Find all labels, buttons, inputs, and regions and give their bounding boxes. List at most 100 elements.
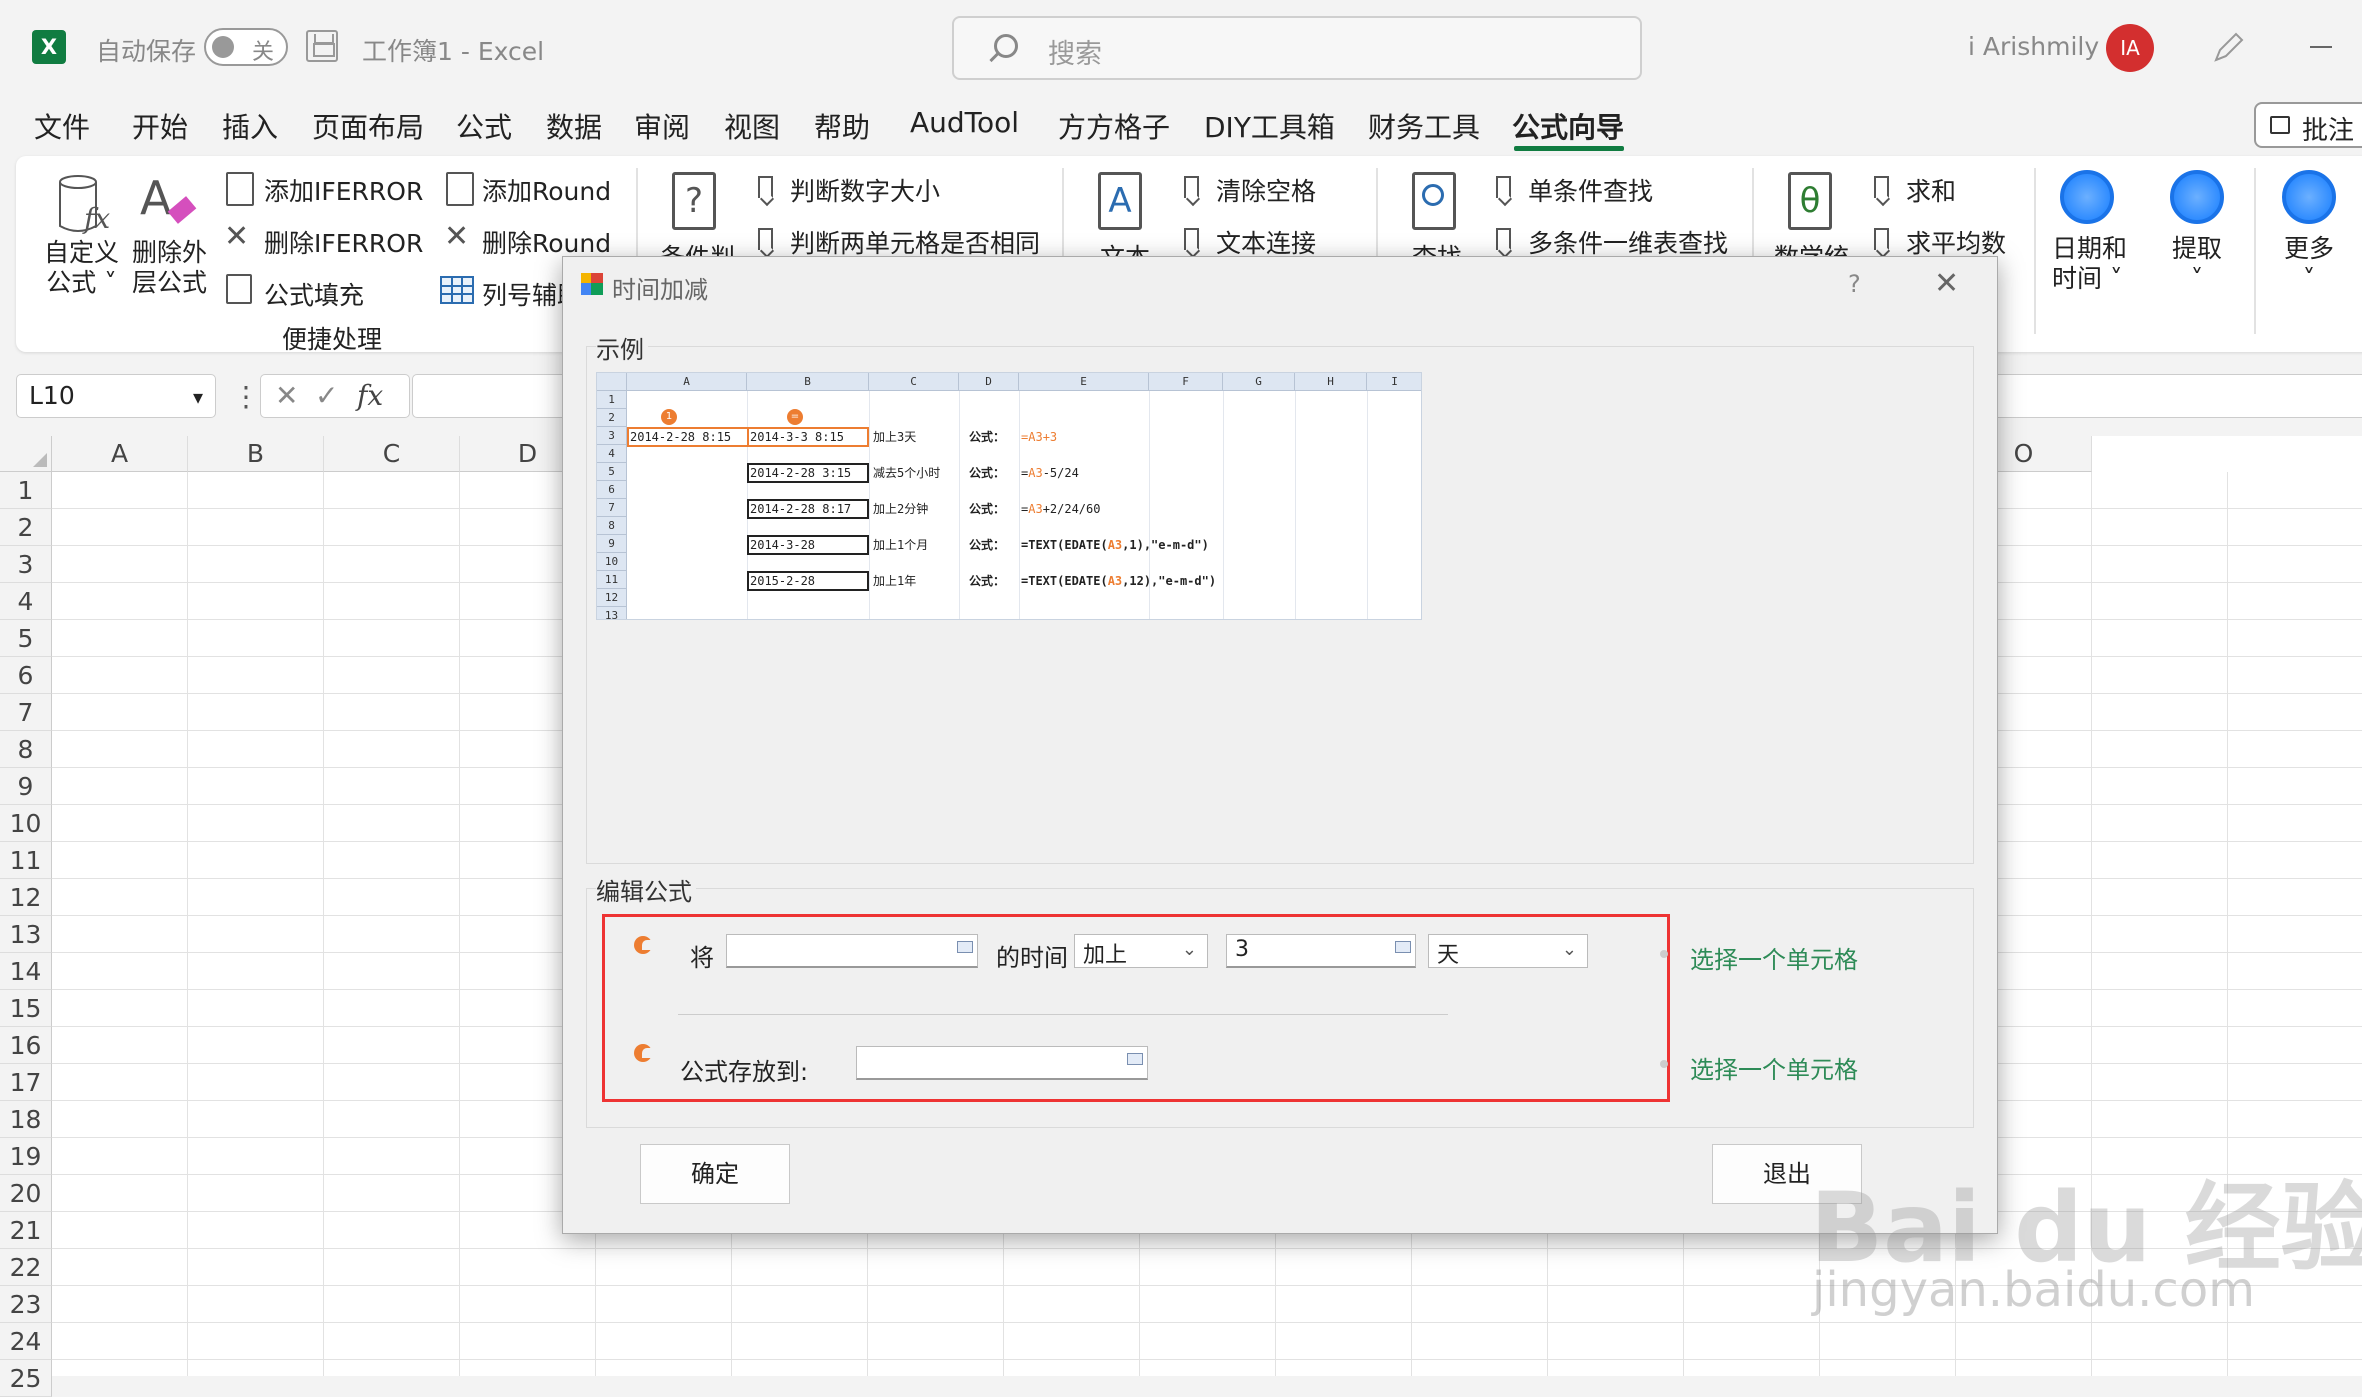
- condition-icon: ?: [672, 172, 716, 230]
- amount-input[interactable]: 3: [1226, 934, 1416, 968]
- source-cell-input[interactable]: [726, 934, 978, 968]
- row-header[interactable]: 19: [0, 1138, 52, 1175]
- search-box[interactable]: 搜索: [952, 16, 1642, 80]
- row-header[interactable]: 22: [0, 1249, 52, 1286]
- row-header[interactable]: 7: [0, 694, 52, 731]
- sample-column-header: H: [1295, 373, 1367, 391]
- row-header[interactable]: 18: [0, 1101, 52, 1138]
- confirm-icon[interactable]: ✓: [315, 379, 338, 412]
- tab-formula-wizard[interactable]: 公式向导: [1512, 106, 1624, 146]
- delete-round-button[interactable]: 删除Round: [482, 224, 611, 260]
- row-header[interactable]: 1: [0, 472, 52, 509]
- datetime-button[interactable]: 日期和 时间 ˅: [2052, 234, 2127, 294]
- row-header[interactable]: 23: [0, 1286, 52, 1323]
- row-header[interactable]: 2: [0, 509, 52, 546]
- row-header[interactable]: 8: [0, 731, 52, 768]
- tab-view[interactable]: 视图: [724, 106, 780, 146]
- row-header[interactable]: 25: [0, 1360, 52, 1397]
- clear-space-button[interactable]: 清除空格: [1216, 172, 1316, 208]
- cell-picker-icon[interactable]: [1127, 1053, 1143, 1065]
- cell-picker-icon[interactable]: [1395, 941, 1411, 953]
- label-store-to: 公式存放到:: [680, 1058, 809, 1086]
- name-box[interactable]: L10 ▾: [16, 374, 216, 418]
- row-header[interactable]: 11: [0, 842, 52, 879]
- multi-condition-lookup-button[interactable]: 多条件一维表查找: [1528, 224, 1728, 260]
- single-condition-lookup-button[interactable]: 单条件查找: [1528, 172, 1653, 208]
- close-icon[interactable]: ✕: [1934, 266, 1959, 301]
- extract-line1: 提取: [2172, 234, 2223, 263]
- row-header[interactable]: 16: [0, 1027, 52, 1064]
- row-header[interactable]: 15: [0, 990, 52, 1027]
- autosave-toggle[interactable]: 关: [204, 28, 288, 66]
- column-header[interactable]: C: [324, 436, 460, 472]
- tab-insert[interactable]: 插入: [222, 106, 278, 146]
- row-header[interactable]: 4: [0, 583, 52, 620]
- row-header[interactable]: 13: [0, 916, 52, 953]
- minimize-icon[interactable]: [2310, 46, 2332, 48]
- select-all-corner[interactable]: [0, 436, 52, 472]
- custom-formula-button[interactable]: 自定义 公式 ˅: [44, 238, 119, 298]
- bookmark-icon: [758, 228, 773, 250]
- tab-finance[interactable]: 财务工具: [1368, 106, 1480, 146]
- tab-formulas[interactable]: 公式: [456, 106, 512, 146]
- column-header[interactable]: B: [188, 436, 324, 472]
- sample-e3-rest: +3: [1042, 430, 1058, 444]
- judge-number-size-button[interactable]: 判断数字大小: [790, 172, 940, 208]
- avatar[interactable]: IA: [2106, 24, 2154, 72]
- row-header[interactable]: 24: [0, 1323, 52, 1360]
- save-icon[interactable]: [306, 30, 338, 62]
- tab-page-layout[interactable]: 页面布局: [312, 106, 424, 146]
- sum-button[interactable]: 求和: [1906, 172, 1956, 208]
- sample-c9: 加上1个月: [873, 538, 929, 552]
- add-round-button[interactable]: 添加Round: [482, 172, 611, 208]
- tab-diy-toolbox[interactable]: DIY工具箱: [1204, 106, 1335, 146]
- tab-file[interactable]: 文件: [34, 106, 90, 146]
- ok-button[interactable]: 确定: [640, 1144, 790, 1204]
- extract-icon: [2170, 170, 2224, 224]
- row-header[interactable]: 20: [0, 1175, 52, 1212]
- cancel-icon[interactable]: ✕: [275, 379, 298, 412]
- unit-select[interactable]: 天 ⌄: [1428, 934, 1588, 968]
- target-cell-input[interactable]: [856, 1046, 1148, 1080]
- row-header[interactable]: 14: [0, 953, 52, 990]
- row-header[interactable]: 9: [0, 768, 52, 805]
- delete-iferror-button[interactable]: 删除IFERROR: [264, 224, 423, 260]
- tab-fangfang[interactable]: 方方格子: [1058, 106, 1170, 146]
- sample-badge-2: =: [787, 409, 803, 425]
- sample-e11-rest: ,12),"e-m-d"): [1122, 574, 1217, 588]
- tab-home[interactable]: 开始: [132, 106, 188, 146]
- add-iferror-button[interactable]: 添加IFERROR: [264, 172, 423, 208]
- tab-help[interactable]: 帮助: [814, 106, 870, 146]
- tab-review[interactable]: 审阅: [634, 106, 690, 146]
- row-header[interactable]: 10: [0, 805, 52, 842]
- row-header[interactable]: 21: [0, 1212, 52, 1249]
- row-header[interactable]: 5: [0, 620, 52, 657]
- help-icon[interactable]: ?: [1848, 270, 1861, 298]
- cell-picker-icon[interactable]: [957, 941, 973, 953]
- row-header[interactable]: 12: [0, 879, 52, 916]
- pen-icon[interactable]: [2210, 30, 2246, 66]
- sample-gridline: [1295, 391, 1296, 619]
- document-title: 工作簿1 - Excel: [362, 37, 545, 66]
- ribbon-divider: [2034, 168, 2036, 334]
- operation-select[interactable]: 加上 ⌄: [1074, 934, 1208, 968]
- custom-formula-line1: 自定义: [44, 238, 120, 267]
- column-header[interactable]: A: [52, 436, 188, 472]
- more-button[interactable]: 更多 ˅: [2284, 234, 2334, 294]
- extract-button[interactable]: 提取 ˅: [2172, 234, 2222, 294]
- row-header[interactable]: 6: [0, 657, 52, 694]
- sample-column-header: F: [1149, 373, 1223, 391]
- text-join-button[interactable]: 文本连接: [1216, 224, 1316, 260]
- sample-c5: 减去5个小时: [873, 466, 941, 480]
- tab-data[interactable]: 数据: [546, 106, 602, 146]
- formula-fill-button[interactable]: 公式填充: [264, 276, 364, 312]
- average-button[interactable]: 求平均数: [1906, 224, 2006, 260]
- row-header[interactable]: 3: [0, 546, 52, 583]
- delete-outer-formula-button[interactable]: 删除外 层公式: [132, 238, 207, 298]
- judge-cells-same-button[interactable]: 判断两单元格是否相同: [790, 224, 1040, 260]
- more-options-icon[interactable]: ⋮: [232, 380, 260, 413]
- comment-button[interactable]: 批注: [2254, 102, 2362, 148]
- row-header[interactable]: 17: [0, 1064, 52, 1101]
- fx-icon[interactable]: fx: [357, 379, 383, 412]
- tab-audtool[interactable]: AudTool: [910, 106, 1019, 139]
